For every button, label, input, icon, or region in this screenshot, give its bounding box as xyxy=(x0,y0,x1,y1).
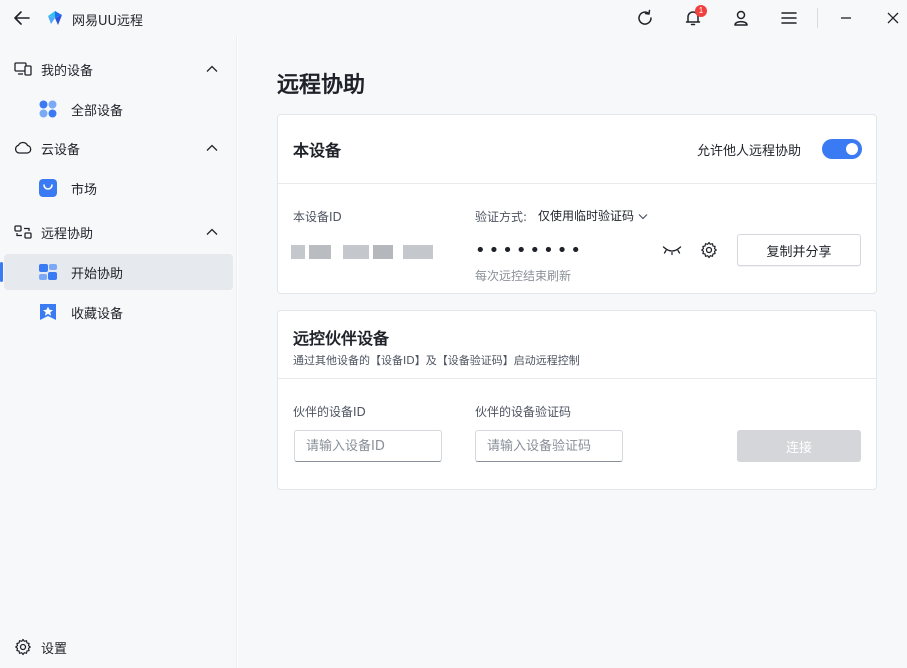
sidebar-item-all-devices[interactable]: 全部设备 xyxy=(4,91,233,127)
cloud-icon xyxy=(14,139,32,157)
copy-share-button[interactable]: 复制并分享 xyxy=(737,234,861,266)
notification-badge: 1 xyxy=(695,5,707,17)
refresh-note: 每次远控结束刷新 xyxy=(475,269,572,283)
sidebar-group-label: 远程协助 xyxy=(41,226,94,242)
partner-device-card: 远控伙伴设备 通过其他设备的【设备ID】及【设备验证码】启动远程控制 伙伴的设备… xyxy=(277,310,877,490)
shopping-bag-icon xyxy=(38,178,58,198)
app-title: 网易UU远程 xyxy=(72,14,144,29)
gear-icon xyxy=(14,638,32,656)
partner-device-title: 远控伙伴设备 xyxy=(293,329,390,348)
back-arrow-icon[interactable] xyxy=(12,9,32,27)
sidebar-group-label: 云设备 xyxy=(41,142,81,158)
partner-device-id-label: 伙伴的设备ID xyxy=(293,405,366,419)
verification-code: •••••••• xyxy=(475,240,584,261)
card-divider xyxy=(278,378,876,379)
verify-method-select[interactable]: 仅使用临时验证码 xyxy=(538,207,648,224)
chevron-up-icon xyxy=(205,225,219,239)
star-icon xyxy=(38,302,58,322)
chevron-down-icon xyxy=(638,209,648,223)
card-divider xyxy=(278,183,876,184)
titlebar-separator xyxy=(817,8,818,28)
main-content: 远程协助 本设备 允许他人远程协助 本设备ID 验证方式: 仅使用临时验证码 •… xyxy=(238,36,907,668)
device-id-label: 本设备ID xyxy=(293,210,342,224)
this-device-title: 本设备 xyxy=(293,141,342,160)
partner-code-input[interactable] xyxy=(475,430,623,462)
connect-button[interactable]: 连接 xyxy=(737,430,861,462)
partner-code-label: 伙伴的设备验证码 xyxy=(475,405,572,419)
device-id-value-blurred xyxy=(291,241,436,261)
close-icon[interactable] xyxy=(883,8,903,28)
sidebar-group-remote-assist[interactable]: 远程协助 xyxy=(0,216,237,248)
verify-method-label: 验证方式: xyxy=(475,210,528,224)
sidebar-group-my-devices[interactable]: 我的设备 xyxy=(0,53,237,85)
user-icon[interactable] xyxy=(731,8,751,28)
chevron-up-icon xyxy=(205,141,219,155)
bell-icon[interactable]: 1 xyxy=(683,5,707,28)
menu-icon[interactable] xyxy=(779,8,799,28)
eye-closed-icon[interactable] xyxy=(661,239,683,261)
refresh-icon[interactable] xyxy=(635,8,655,28)
sidebar-item-label: 开始协助 xyxy=(71,266,124,282)
sidebar-item-start-assist[interactable]: 开始协助 xyxy=(0,254,233,290)
page-title: 远程协助 xyxy=(277,73,366,98)
sidebar-item-label: 全部设备 xyxy=(71,103,124,119)
assist-icon xyxy=(38,262,58,282)
chevron-up-icon xyxy=(205,62,219,76)
partner-device-subtitle: 通过其他设备的【设备ID】及【设备验证码】启动远程控制 xyxy=(293,354,580,367)
allow-remote-label: 允许他人远程协助 xyxy=(697,144,802,159)
minimize-icon[interactable] xyxy=(836,8,856,28)
devices-icon xyxy=(14,60,32,78)
app-logo-icon xyxy=(46,9,64,27)
allow-remote-toggle[interactable] xyxy=(822,139,862,159)
sidebar-item-favorite-devices[interactable]: 收藏设备 xyxy=(4,294,233,330)
toggle-knob xyxy=(846,143,858,155)
verify-method-value: 仅使用临时验证码 xyxy=(538,209,635,223)
settings-label: 设置 xyxy=(41,641,68,657)
sidebar-group-cloud-devices[interactable]: 云设备 xyxy=(0,132,237,164)
active-indicator xyxy=(0,262,3,282)
remote-icon xyxy=(14,223,32,241)
sidebar-item-market[interactable]: 市场 xyxy=(4,170,233,206)
grid-icon xyxy=(38,99,58,119)
gear-icon[interactable] xyxy=(698,239,720,261)
sidebar: 我的设备 全部设备 云设备 市场 远程协助 开始协助 收藏设备 设置 xyxy=(0,36,237,668)
this-device-card: 本设备 允许他人远程协助 本设备ID 验证方式: 仅使用临时验证码 ••••••… xyxy=(277,114,877,294)
settings-button[interactable]: 设置 xyxy=(0,629,237,665)
sidebar-item-label: 市场 xyxy=(71,182,98,198)
title-bar: 网易UU远程 1 xyxy=(0,0,907,36)
sidebar-group-label: 我的设备 xyxy=(41,63,94,79)
sidebar-item-label: 收藏设备 xyxy=(71,306,124,322)
partner-device-id-input[interactable] xyxy=(294,430,442,462)
